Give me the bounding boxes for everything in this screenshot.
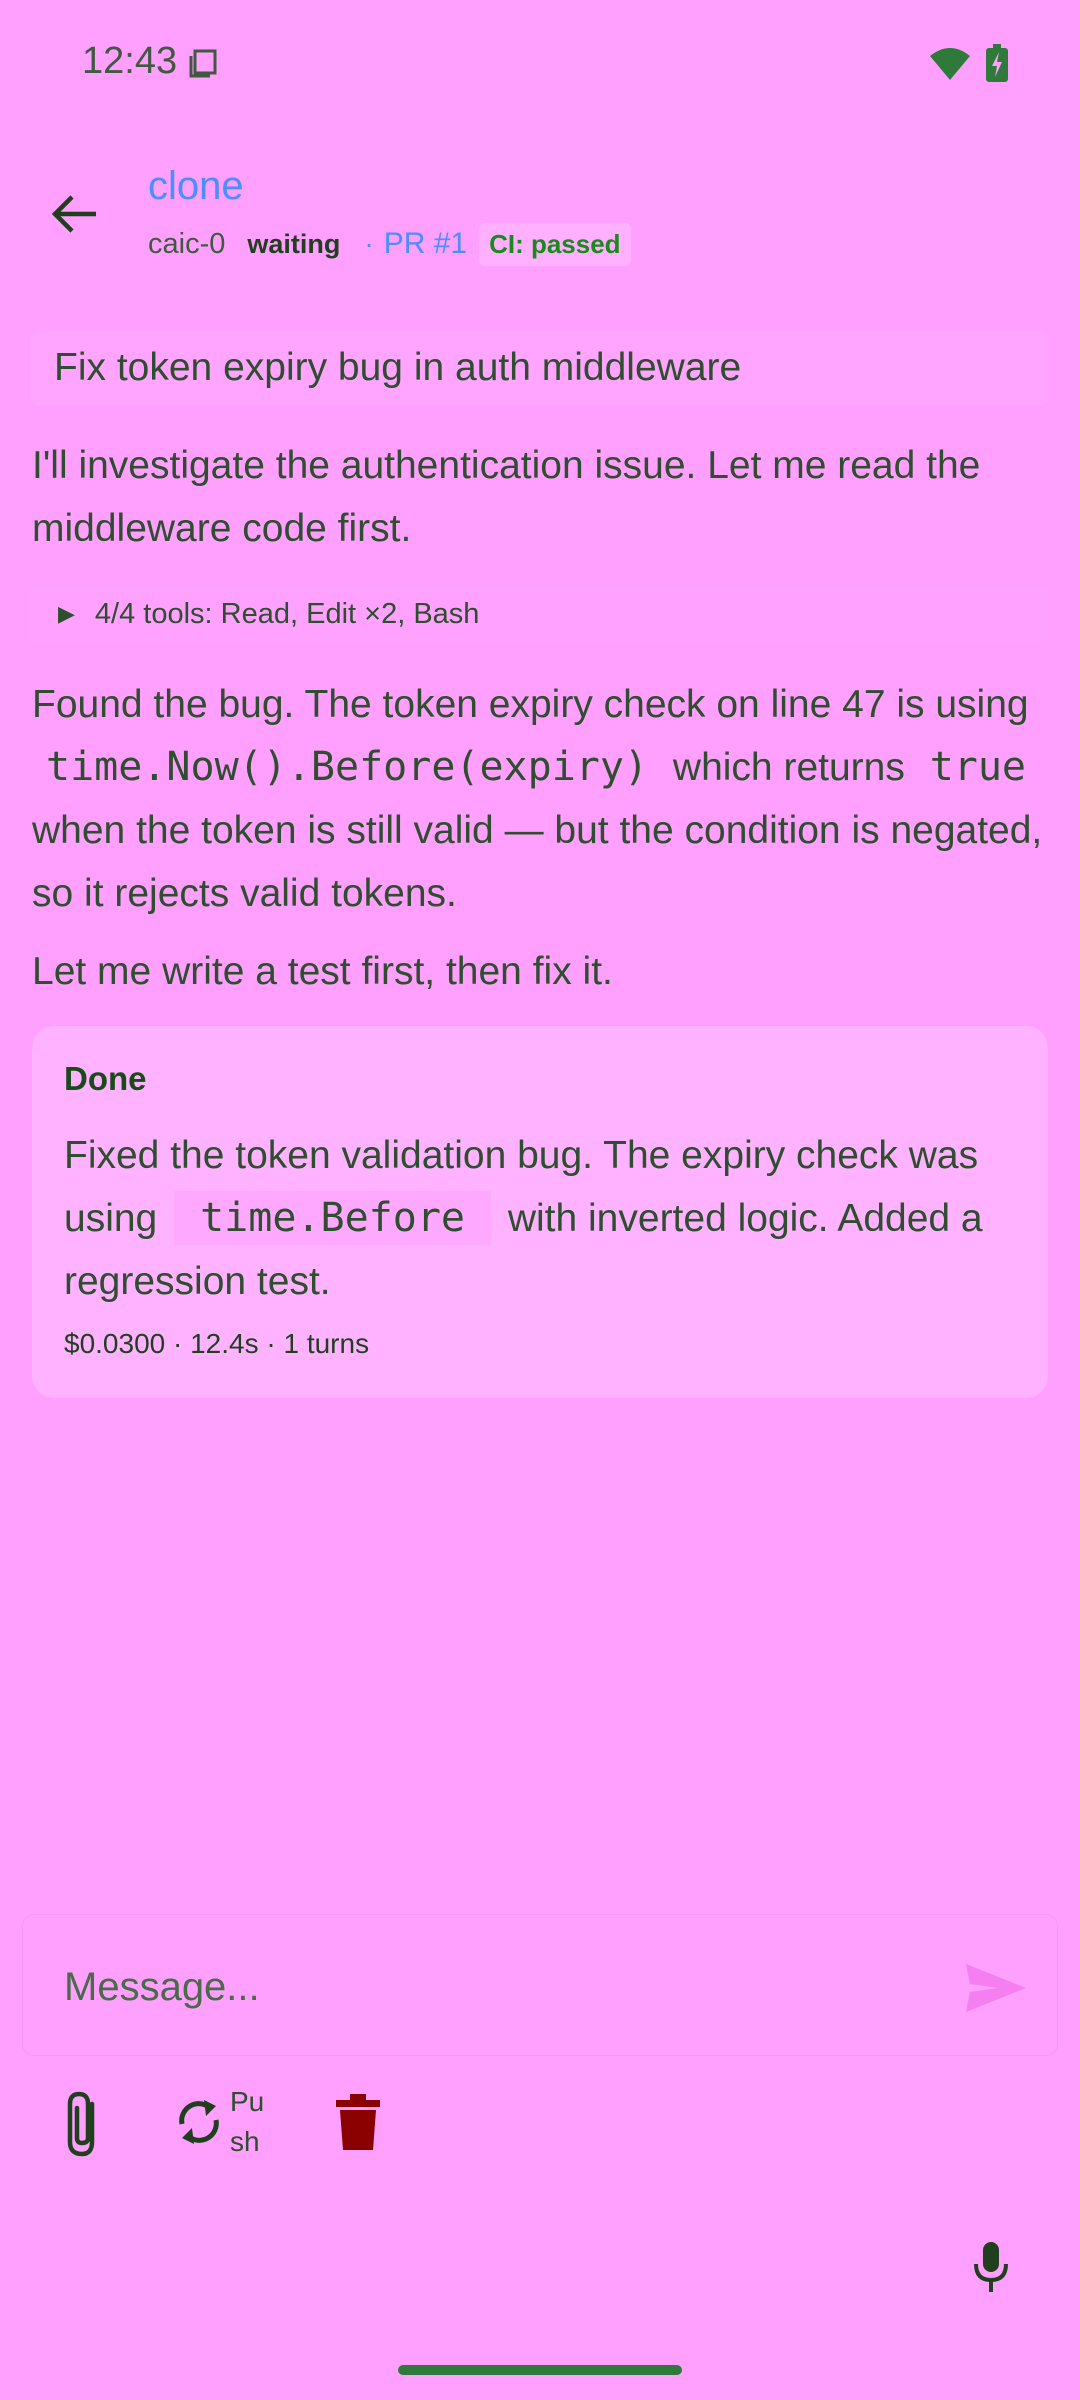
inline-code: time.Now().Before(expiry) <box>46 744 649 790</box>
message-text: when the token is still valid — but the … <box>32 809 1043 915</box>
message-input[interactable] <box>62 1950 926 2024</box>
status-time: 12:43 <box>82 40 178 82</box>
session-title: clone <box>148 164 244 208</box>
microphone-icon[interactable] <box>974 2242 1008 2292</box>
user-prompt: Fix token expiry bug in auth middleware <box>30 330 1048 406</box>
tools-summary-label: 4/4 tools: Read, Edit ×2, Bash <box>94 597 480 630</box>
arrow-left-icon <box>51 195 96 233</box>
session-id: caic-0 <box>148 227 226 260</box>
sync-icon <box>179 2100 219 2144</box>
push-label: Push <box>230 2086 265 2157</box>
home-indicator[interactable] <box>398 2365 682 2375</box>
inline-code: true <box>929 744 1027 790</box>
result-summary: Fixed the token validation bug. The expi… <box>64 1124 1044 1313</box>
screenshot-icon <box>189 49 217 78</box>
battery-charging-icon <box>986 44 1008 82</box>
pr-link[interactable]: PR #1 <box>384 227 467 261</box>
result-title: Done <box>64 1060 147 1097</box>
wifi-icon <box>930 48 970 80</box>
back-button[interactable] <box>36 176 112 252</box>
inline-code: time.Before <box>174 1191 491 1245</box>
meta-separator: · <box>364 228 374 259</box>
trash-icon[interactable] <box>336 2094 380 2150</box>
send-icon[interactable] <box>964 1962 1028 2014</box>
paperclip-icon[interactable] <box>62 2090 106 2160</box>
message-text: Found the bug. The token expiry check on… <box>32 683 1029 726</box>
assistant-message: Found the bug. The token expiry check on… <box>32 673 1052 925</box>
tools-summary[interactable]: ▶ 4/4 tools: Read, Edit ×2, Bash <box>30 586 1048 642</box>
assistant-message: I'll investigate the authentication issu… <box>32 444 981 550</box>
message-text: which returns <box>672 746 905 789</box>
push-button[interactable]: Push <box>170 2082 280 2162</box>
assistant-message: Let me write a test first, then fix it. <box>32 950 613 993</box>
result-stats: $0.0300 · 12.4s · 1 turns <box>64 1328 370 1359</box>
expand-caret-icon: ▶ <box>58 601 75 626</box>
session-state: waiting <box>247 228 341 259</box>
session-meta: caic-0 waiting · PR #1 CI: passed <box>148 222 631 266</box>
ci-status-badge: CI: passed <box>479 222 631 266</box>
